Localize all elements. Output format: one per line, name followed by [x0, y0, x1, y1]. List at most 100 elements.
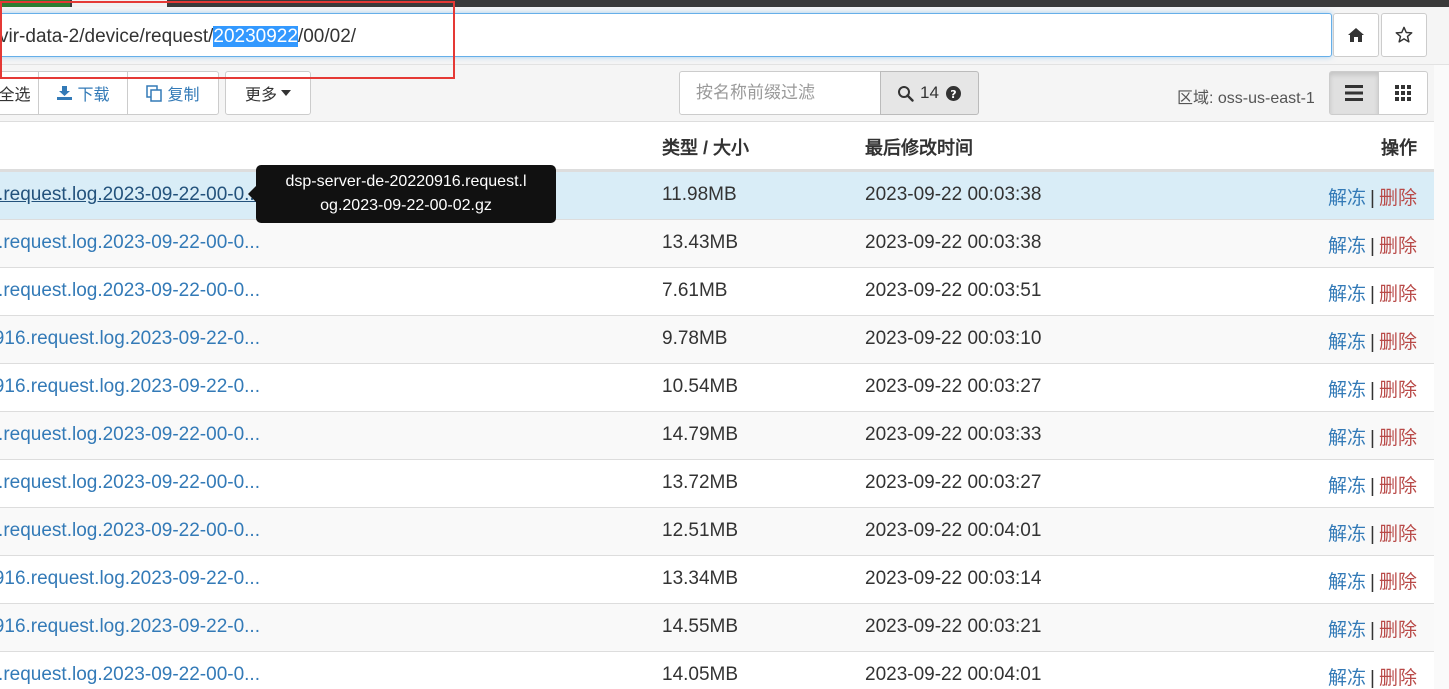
table-row[interactable]: ‎dsp-server-de-20220916.request.log.2023…: [0, 651, 1434, 689]
bookmark-button[interactable]: [1381, 13, 1427, 57]
path-bar: vir-data-2/device/request/20230922/00/02…: [0, 7, 1449, 65]
thaw-link[interactable]: 解冻: [1328, 284, 1366, 305]
row-actions: 解冻 | 删除: [1328, 375, 1417, 402]
star-icon: [1395, 26, 1413, 43]
file-name-link[interactable]: ‎dsp-server-de-20220916.request.log.2023…: [0, 664, 260, 686]
modified-time: 2023-09-22 00:03:27: [865, 376, 1042, 397]
action-separator: |: [1370, 668, 1375, 689]
file-name-link[interactable]: ‎dsp-server-de-20220916.request.log.2023…: [0, 568, 260, 590]
row-actions: 解冻 | 删除: [1328, 567, 1417, 594]
file-name-link[interactable]: ‎dsp-server-de-20220916.request.log.2023…: [0, 280, 260, 302]
delete-link[interactable]: 删除: [1379, 284, 1417, 305]
action-separator: |: [1370, 620, 1375, 641]
row-actions: 解冻 | 删除: [1328, 471, 1417, 498]
top-strip-accent: [0, 0, 70, 7]
modified-time: 2023-09-22 00:03:33: [865, 424, 1042, 445]
table-row[interactable]: ‎dsp-server-de-20220916.request.log.2023…: [0, 555, 1434, 603]
delete-link[interactable]: 删除: [1379, 620, 1417, 641]
list-view-button[interactable]: [1329, 71, 1379, 115]
table-row[interactable]: ‎dsp-server-de-20220916.request.log.2023…: [0, 171, 1434, 219]
modified-time: 2023-09-22 00:04:01: [865, 520, 1042, 541]
file-size: 13.72MB: [662, 472, 739, 493]
svg-text:?: ?: [950, 88, 956, 101]
select-all-label: 全选: [0, 87, 31, 104]
tooltip-arrow: [248, 186, 256, 202]
file-name-link[interactable]: ‎dsp-server-de-20220916.request.log.2023…: [0, 520, 260, 542]
more-label: 更多: [244, 87, 277, 104]
search-count-button[interactable]: 14 ?: [880, 71, 979, 115]
copy-label: 复制: [167, 87, 200, 104]
search-icon: [898, 85, 914, 102]
path-input[interactable]: vir-data-2/device/request/20230922/00/02…: [0, 13, 1332, 57]
more-dropdown-button[interactable]: 更多: [225, 71, 311, 115]
question-circle-icon[interactable]: ?: [945, 85, 962, 102]
row-actions: 解冻 | 删除: [1328, 231, 1417, 258]
table-row[interactable]: ‎dsp-server-de-20220916.request.log.2023…: [0, 219, 1434, 267]
row-actions: 解冻 | 删除: [1328, 423, 1417, 450]
modified-time: 2023-09-22 00:03:10: [865, 328, 1042, 349]
table-row[interactable]: ‎dsp-server-de-20220916.request.log.2023…: [0, 603, 1434, 651]
thaw-link[interactable]: 解冻: [1328, 332, 1366, 353]
thaw-link[interactable]: 解冻: [1328, 236, 1366, 257]
name-prefix-filter-input[interactable]: [679, 71, 881, 115]
action-separator: |: [1370, 572, 1375, 593]
region-label: 区域: oss-us-east-1: [1177, 90, 1315, 107]
right-gutter: [1434, 7, 1449, 689]
home-icon: [1348, 28, 1364, 42]
delete-link[interactable]: 删除: [1379, 668, 1417, 689]
thaw-link[interactable]: 解冻: [1328, 524, 1366, 545]
row-actions: 解冻 | 删除: [1328, 519, 1417, 546]
thaw-link[interactable]: 解冻: [1328, 572, 1366, 593]
action-separator: |: [1370, 188, 1375, 209]
file-name-link[interactable]: ‎dsp-server-de-20220916.request.log.2023…: [0, 616, 260, 638]
action-separator: |: [1370, 284, 1375, 305]
delete-link[interactable]: 删除: [1379, 332, 1417, 353]
home-button[interactable]: [1333, 13, 1379, 57]
row-actions: 解冻 | 删除: [1328, 663, 1417, 689]
table-row[interactable]: ‎dsp-server-de-20220916.request.log.2023…: [0, 411, 1434, 459]
delete-link[interactable]: 删除: [1379, 428, 1417, 449]
file-name-link[interactable]: ‎dsp-server-de-20220916.request.log.2023…: [0, 424, 260, 446]
path-selected-segment: 20230922: [213, 26, 298, 47]
delete-link[interactable]: 删除: [1379, 524, 1417, 545]
list-view-icon: [1345, 85, 1363, 101]
table-row[interactable]: ‎dsp-server-de-20220916.request.log.2023…: [0, 459, 1434, 507]
tooltip-line-2: og.2023-09-22-00-02.gz: [320, 197, 492, 214]
file-size: 13.43MB: [662, 232, 739, 253]
thaw-link[interactable]: 解冻: [1328, 476, 1366, 497]
copy-button[interactable]: 复制: [127, 71, 219, 115]
modified-time: 2023-09-22 00:03:51: [865, 280, 1042, 301]
delete-link[interactable]: 删除: [1379, 236, 1417, 257]
grid-view-button[interactable]: [1378, 71, 1428, 115]
action-separator: |: [1370, 428, 1375, 449]
action-separator: |: [1370, 380, 1375, 401]
action-separator: |: [1370, 332, 1375, 353]
file-name-link[interactable]: ‎dsp-server-de-20220916.request.log.2023…: [0, 328, 260, 350]
table-row[interactable]: ‎dsp-server-de-20220916.request.log.2023…: [0, 363, 1434, 411]
action-separator: |: [1370, 476, 1375, 497]
file-size: 11.98MB: [662, 184, 737, 205]
file-name-link[interactable]: ‎dsp-server-de-20220916.request.log.2023…: [0, 472, 260, 494]
modified-time: 2023-09-22 00:03:21: [865, 616, 1042, 637]
thaw-link[interactable]: 解冻: [1328, 620, 1366, 641]
delete-link[interactable]: 删除: [1379, 380, 1417, 401]
delete-link[interactable]: 删除: [1379, 572, 1417, 593]
delete-link[interactable]: 删除: [1379, 476, 1417, 497]
modified-time: 2023-09-22 00:03:38: [865, 232, 1042, 253]
table-row[interactable]: ‎dsp-server-de-20220916.request.log.2023…: [0, 507, 1434, 555]
select-all-button[interactable]: 全选: [0, 71, 39, 115]
thaw-link[interactable]: 解冻: [1328, 428, 1366, 449]
file-name-link[interactable]: ‎dsp-server-de-20220916.request.log.2023…: [0, 376, 260, 398]
table-row[interactable]: ‎dsp-server-de-20220916.request.log.2023…: [0, 267, 1434, 315]
file-name-link[interactable]: ‎dsp-server-de-20220916.request.log.2023…: [0, 232, 260, 254]
file-size: 10.54MB: [662, 376, 739, 397]
file-size: 13.34MB: [662, 568, 739, 589]
file-table: 类型 / 大小 最后修改时间 操作 ‎dsp-server-de-2022091…: [0, 122, 1434, 689]
table-row[interactable]: ‎dsp-server-de-20220916.request.log.2023…: [0, 315, 1434, 363]
thaw-link[interactable]: 解冻: [1328, 188, 1366, 209]
thaw-link[interactable]: 解冻: [1328, 668, 1366, 689]
download-button[interactable]: 下载: [38, 71, 128, 115]
file-name-link[interactable]: ‎dsp-server-de-20220916.request.log.2023…: [0, 184, 260, 206]
delete-link[interactable]: 删除: [1379, 188, 1417, 209]
thaw-link[interactable]: 解冻: [1328, 380, 1366, 401]
